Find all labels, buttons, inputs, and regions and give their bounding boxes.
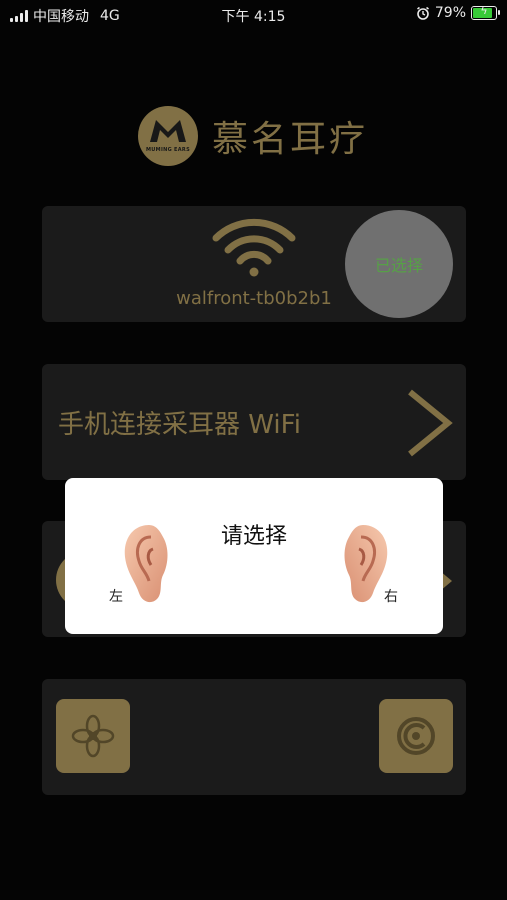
right-ear-label[interactable]: 右 (384, 586, 398, 606)
ear-choice-dialog: 请选择 左 右 (65, 478, 443, 634)
left-ear-label[interactable]: 左 (109, 586, 123, 606)
left-ear-icon[interactable] (119, 523, 171, 605)
dialog-overlay (0, 0, 507, 900)
